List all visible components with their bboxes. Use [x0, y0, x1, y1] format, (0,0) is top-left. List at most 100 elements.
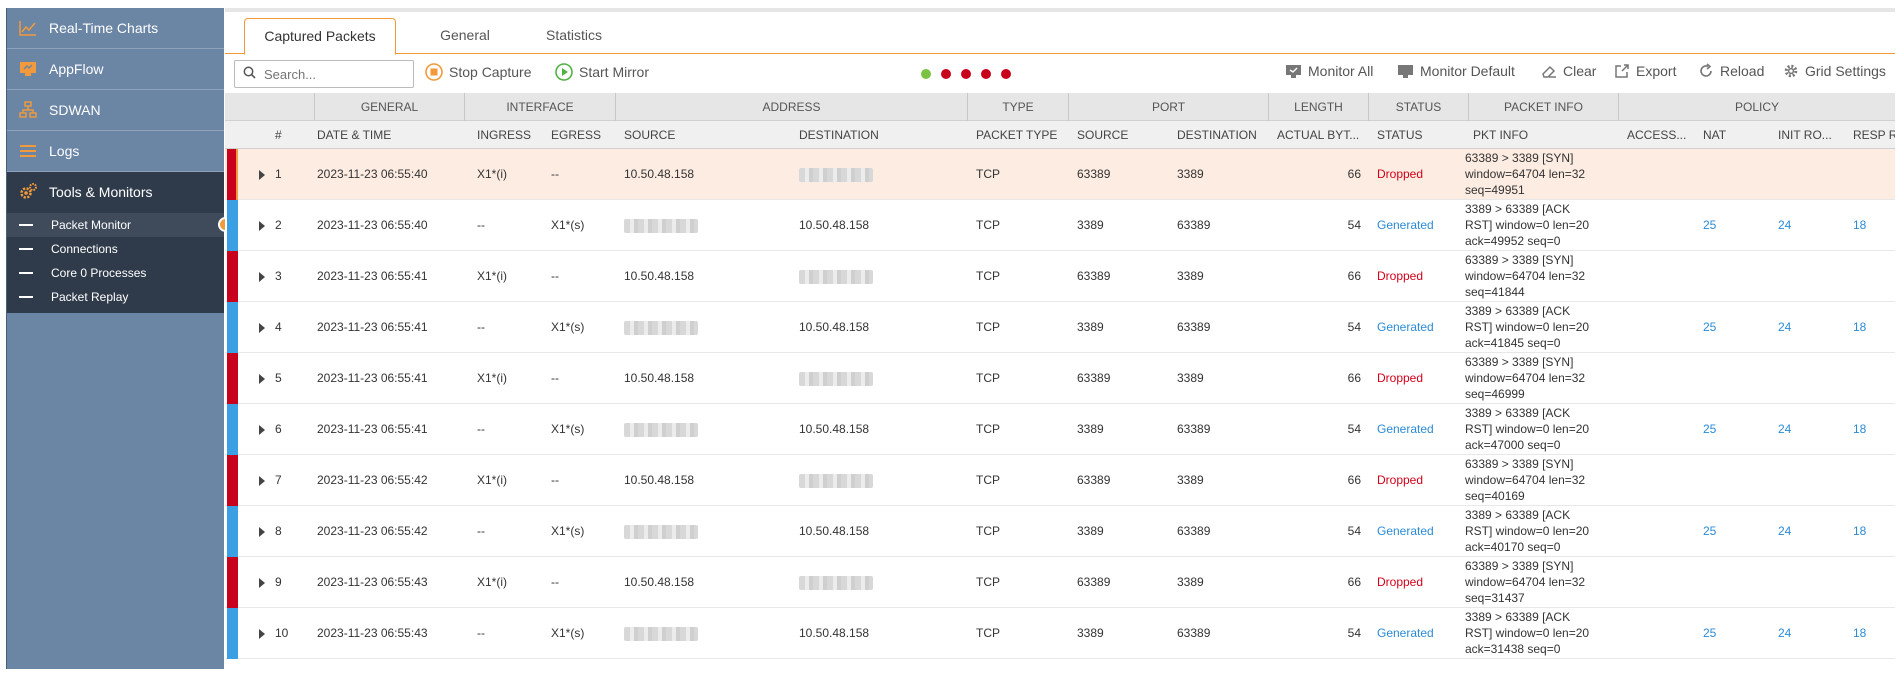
status-dot-red	[961, 69, 971, 79]
col-header-source[interactable]: SOURCE	[616, 121, 791, 149]
table-row[interactable]: 10 2023-11-23 06:55:43 -- X1*(s) 10.50.48.15…	[225, 608, 1895, 659]
sidebar-subitem-packet-monitor[interactable]: Packet Monitor	[7, 213, 233, 237]
sidebar-submenu: Packet Monitor Connections Core 0 Proces…	[7, 213, 233, 313]
cell-status: Generated	[1377, 320, 1434, 334]
sidebar-item-tools-monitors[interactable]: Tools & Monitors	[7, 172, 224, 213]
reload-button[interactable]: Reload	[1698, 63, 1764, 79]
table-row[interactable]: 6 2023-11-23 06:55:41 -- X1*(s) 10.50.48.158…	[225, 404, 1895, 455]
cell-resp-route-link[interactable]	[1845, 455, 1853, 506]
table-row[interactable]: 4 2023-11-23 06:55:41 -- X1*(s) 10.50.48.158…	[225, 302, 1895, 353]
expand-row-icon[interactable]	[259, 221, 265, 231]
sidebar-subitem-connections[interactable]: Connections	[7, 237, 224, 261]
expand-row-icon[interactable]	[259, 323, 265, 333]
table-row[interactable]: 1 2023-11-23 06:55:40 X1*(i) -- 10.50.48.158…	[225, 149, 1895, 200]
cell-nat-link[interactable]: 25	[1695, 302, 1716, 353]
cell-init-route-link[interactable]: 24	[1770, 404, 1791, 455]
cell-nat-link[interactable]	[1695, 455, 1703, 506]
expand-row-icon[interactable]	[259, 629, 265, 639]
col-header-resp-route[interactable]: RESP R...	[1845, 121, 1895, 149]
start-mirror-button[interactable]: Start Mirror	[555, 63, 649, 81]
col-header-pkt-info[interactable]: PKT INFO	[1465, 121, 1619, 149]
cell-nat-link[interactable]: 25	[1695, 200, 1716, 251]
cell-nat-link[interactable]: 25	[1695, 608, 1716, 659]
expand-row-icon[interactable]	[259, 527, 265, 537]
cell-resp-route-link[interactable]	[1845, 557, 1853, 608]
cell-resp-route-link[interactable]: 18	[1845, 608, 1866, 659]
cell-resp-route-link[interactable]: 18	[1845, 404, 1866, 455]
cell-status: Dropped	[1377, 269, 1424, 283]
cell-nat-link[interactable]	[1695, 557, 1703, 608]
cell-source: 10.50.48.158	[624, 269, 695, 283]
col-header-init-route[interactable]: INIT RO...	[1770, 121, 1845, 149]
col-header-packet-type[interactable]: PACKET TYPE	[968, 121, 1069, 149]
cell-resp-route-link[interactable]: 18	[1845, 302, 1866, 353]
sidebar-item-sdwan[interactable]: SDWAN	[7, 90, 224, 131]
col-header-status[interactable]: STATUS	[1369, 121, 1465, 149]
search-box[interactable]	[234, 60, 414, 88]
cell-resp-route-link[interactable]: 18	[1845, 506, 1866, 557]
cell-init-route-link[interactable]	[1770, 557, 1778, 608]
cell-resp-route-link[interactable]	[1845, 251, 1853, 302]
sidebar-subitem-packet-replay[interactable]: Packet Replay	[7, 285, 224, 309]
cell-nat-link[interactable]	[1695, 353, 1703, 404]
col-header-actual-bytes[interactable]: ACTUAL BYT...	[1269, 121, 1369, 149]
col-header-source-port[interactable]: SOURCE	[1069, 121, 1169, 149]
start-mirror-label: Start Mirror	[579, 64, 649, 80]
cell-resp-route-link[interactable]	[1845, 149, 1853, 200]
cell-nat-link[interactable]: 25	[1695, 506, 1716, 557]
cell-source-port: 63389	[1077, 473, 1111, 487]
cell-init-route-link[interactable]	[1770, 353, 1778, 404]
sidebar-item-real-time-charts[interactable]: Real-Time Charts	[7, 8, 224, 49]
table-row[interactable]: 5 2023-11-23 06:55:41 X1*(i) -- 10.50.48.158…	[225, 353, 1895, 404]
cell-resp-route-link[interactable]: 18	[1845, 200, 1866, 251]
col-header-datetime[interactable]: DATE & TIME	[309, 121, 469, 149]
expand-row-icon[interactable]	[259, 425, 265, 435]
col-header-ingress[interactable]: INGRESS	[469, 121, 543, 149]
cell-init-route-link[interactable]: 24	[1770, 506, 1791, 557]
cell-resp-route-link[interactable]	[1845, 353, 1853, 404]
tab-statistics[interactable]: Statistics	[519, 18, 629, 55]
tab-general[interactable]: General	[415, 18, 515, 55]
expand-row-icon[interactable]	[259, 272, 265, 282]
cell-destination: 10.50.48.158	[799, 422, 870, 436]
cell-nat-link[interactable]	[1695, 149, 1703, 200]
table-row[interactable]: 8 2023-11-23 06:55:42 -- X1*(s) 10.50.48.158…	[225, 506, 1895, 557]
col-header-num[interactable]: #	[267, 121, 307, 149]
table-row[interactable]: 2 2023-11-23 06:55:40 -- X1*(s) 10.50.48.158…	[225, 200, 1895, 251]
monitor-all-button[interactable]: Monitor All	[1285, 63, 1373, 79]
cell-nat-link[interactable]	[1695, 251, 1703, 302]
table-row[interactable]: 3 2023-11-23 06:55:41 X1*(i) -- 10.50.48.158…	[225, 251, 1895, 302]
col-header-nat[interactable]: NAT	[1695, 121, 1770, 149]
export-button[interactable]: Export	[1614, 63, 1676, 79]
cell-init-route-link[interactable]	[1770, 455, 1778, 506]
cell-init-route-link[interactable]	[1770, 149, 1778, 200]
sidebar-item-logs[interactable]: Logs	[7, 131, 224, 172]
search-input[interactable]	[264, 66, 404, 82]
cell-init-route-link[interactable]	[1770, 251, 1778, 302]
expand-row-icon[interactable]	[259, 578, 265, 588]
sidebar-item-appflow[interactable]: AppFlow	[7, 49, 224, 90]
sidebar-item-label: Real-Time Charts	[49, 20, 159, 36]
col-header-destination-port[interactable]: DESTINATION	[1169, 121, 1269, 149]
col-header-egress[interactable]: EGRESS	[543, 121, 616, 149]
table-row[interactable]: 9 2023-11-23 06:55:43 X1*(i) -- 10.50.48.158…	[225, 557, 1895, 608]
stop-capture-button[interactable]: Stop Capture	[425, 63, 532, 81]
monitor-default-button[interactable]: Monitor Default	[1397, 63, 1515, 79]
sidebar-subitem-core-processes[interactable]: Core 0 Processes	[7, 261, 224, 285]
cell-init-route-link[interactable]: 24	[1770, 302, 1791, 353]
cell-actual-bytes: 66	[1347, 473, 1361, 487]
expand-row-icon[interactable]	[259, 476, 265, 486]
cell-init-route-link[interactable]: 24	[1770, 608, 1791, 659]
cell-nat-link[interactable]: 25	[1695, 404, 1716, 455]
table-row[interactable]: 7 2023-11-23 06:55:42 X1*(i) -- 10.50.48.158…	[225, 455, 1895, 506]
tab-captured-packets[interactable]: Captured Packets	[244, 18, 396, 55]
main-panel: Captured Packets General Statistics Stop…	[225, 8, 1895, 669]
col-header-destination[interactable]: DESTINATION	[791, 121, 968, 149]
cell-init-route-link[interactable]: 24	[1770, 200, 1791, 251]
status-dot-red	[1001, 69, 1011, 79]
expand-row-icon[interactable]	[259, 170, 265, 180]
clear-button[interactable]: Clear	[1541, 63, 1596, 79]
expand-row-icon[interactable]	[259, 374, 265, 384]
grid-settings-button[interactable]: Grid Settings	[1783, 63, 1886, 79]
col-header-access[interactable]: ACCESS...	[1619, 121, 1695, 149]
